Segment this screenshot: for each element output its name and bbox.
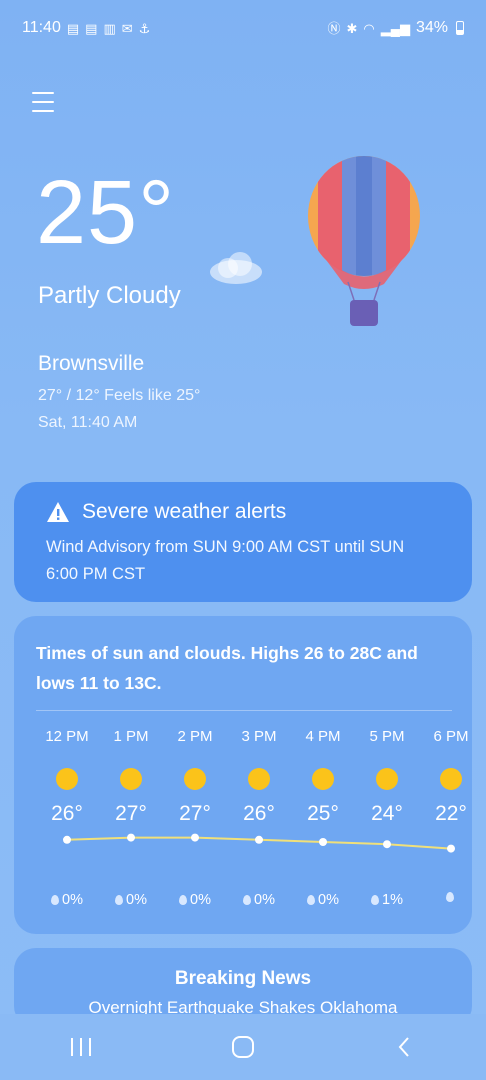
battery-icon [456,21,464,35]
raindrop-icon [179,895,188,905]
hour-label: 2 PM [177,728,213,745]
hour-label: 5 PM [369,728,405,745]
precipitation-chance: 0% [99,892,163,908]
sun-icon [184,768,206,790]
weather-condition: Partly Cloudy [38,282,181,309]
alert-text: Wind Advisory from SUN 9:00 AM CST until… [46,538,405,583]
hourly-item: 5 PM [355,728,419,790]
precipitation-value: 0% [62,892,83,908]
hour-temperature: 26° [243,802,275,825]
alert-title: Severe weather alerts [82,500,287,523]
temperature-point [191,833,199,842]
divider [36,710,452,711]
status-left: 11:40 ▤ ▤ ▥ ✉ ⚓ [22,19,150,37]
current-temperature: 25° [36,163,176,263]
menu-button[interactable] [32,92,54,114]
precipitation-value: 0% [318,892,339,908]
hour-label: 3 PM [241,728,277,745]
warning-icon [47,502,69,522]
precipitation-chance: 1% [355,892,419,908]
hourly-item: 2 PM [163,728,227,790]
mail-icon: ✉ [121,20,133,36]
raindrop-icon [51,895,60,905]
hour-label: 12 PM [45,728,89,745]
navigation-bar [0,1014,486,1080]
hourly-item: 1 PM [99,728,163,790]
alert-header: Severe weather alerts [46,500,440,524]
back-button[interactable] [375,1022,435,1072]
precipitation-chance: 0% [227,892,291,908]
menu-icon-bar [32,101,54,103]
status-bar: 11:40 ▤ ▤ ▥ ✉ ⚓ Ⓝ ✱ ◠ ▂▄▆ 34% [0,0,486,56]
news-title: Breaking News [174,968,312,989]
hot-air-balloon-icon [308,156,420,326]
precipitation-value: 0% [126,892,147,908]
raindrop-icon [115,895,124,905]
high-low-feels-like: 27° / 12° Feels like 25° [38,387,201,404]
temperature-point [63,835,71,844]
temperature-point [255,835,263,844]
precipitation-chance [419,892,472,902]
severe-weather-alert-card[interactable]: Severe weather alerts Wind Advisory from… [14,482,472,602]
battery-percent: 34% [415,19,448,36]
temperature-trend-line [63,833,455,853]
notification-icon: ▤ [66,20,80,36]
nfc-icon: Ⓝ [327,20,341,36]
raindrop-icon [307,895,316,905]
temperature-point [383,840,391,849]
sun-icon [440,768,462,790]
hour-label: 4 PM [305,728,341,745]
location-name[interactable]: Brownsville [38,352,144,376]
raindrop-icon [371,895,380,905]
recent-apps-icon [71,1038,91,1056]
raindrop-icon [445,892,454,902]
hour-label: 6 PM [433,728,469,745]
home-button[interactable] [213,1022,273,1072]
home-icon [232,1036,254,1058]
temperature-point [319,838,327,846]
sun-icon [56,768,78,790]
hourly-item: 6 PM [419,728,472,790]
hour-temperature: 27° [179,802,211,825]
precipitation-value: 0% [254,892,275,908]
hour-temperature: 27° [115,802,147,825]
sun-icon [376,768,398,790]
hourly-item: 12 PM [35,728,99,790]
recent-apps-button[interactable] [51,1022,111,1072]
cloud-icon [210,252,262,284]
hourly-forecast-card[interactable]: Times of sun and clouds. Highs 26 to 28C… [14,616,472,934]
raindrop-icon [243,895,252,905]
precipitation-value: 0% [190,892,211,908]
anchor-icon: ⚓ [138,20,151,36]
wifi-icon: ◠ [363,20,375,36]
sun-icon [248,768,270,790]
hourly-item: 4 PM [291,728,355,790]
hour-temperature: 22° [435,802,467,825]
signal-icon: ▂▄▆ [380,20,410,36]
temperature-point [447,844,455,853]
sun-icon [312,768,334,790]
hour-temperature: 26° [51,802,83,825]
menu-icon-bar [32,110,54,112]
hour-temperature: 25° [307,802,339,825]
notification-icon: ▤ [85,20,98,36]
bluetooth-icon: ✱ [346,20,358,36]
hour-label: 1 PM [113,728,149,745]
forecast-summary: Times of sun and clouds. Highs 26 to 28C… [36,643,418,693]
status-right: Ⓝ ✱ ◠ ▂▄▆ 34% [327,19,464,37]
hourly-item: 3 PM [227,728,291,790]
precipitation-value: 1% [382,892,403,908]
menu-icon-bar [32,92,54,94]
precipitation-chance: 0% [291,892,355,908]
hour-temperature: 24° [371,802,403,825]
temperature-point [127,833,135,842]
back-icon [398,1037,409,1057]
date-time: Sat, 11:40 AM [38,414,138,431]
sun-icon [120,768,142,790]
precipitation-chance: 0% [163,892,227,908]
notification-icon: ▥ [103,20,116,36]
precipitation-chance: 0% [35,892,99,908]
status-time: 11:40 [22,19,61,36]
